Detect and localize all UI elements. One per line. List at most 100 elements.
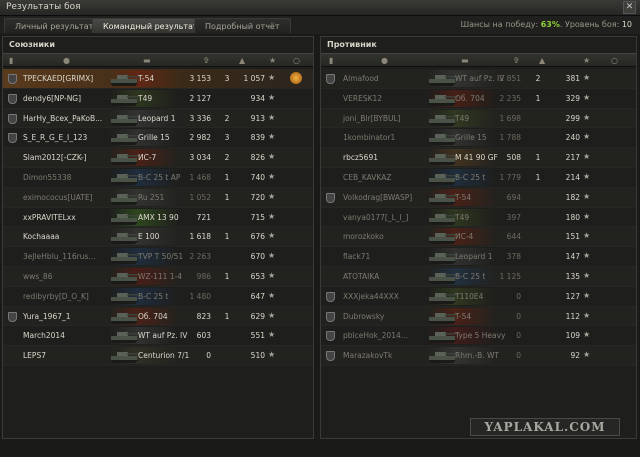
player-name[interactable]: wws_86 <box>23 272 52 281</box>
player-row[interactable]: Yura_1967_1 Об. 704 823 1 629 ★ <box>3 306 313 327</box>
player-row[interactable]: 1kombinator1 Grille 15 1 788 240 ★ <box>321 128 636 149</box>
player-name[interactable]: vanya0177[_L_I_] <box>343 213 408 222</box>
player-name[interactable]: Kochaaaa <box>23 232 59 241</box>
player-row[interactable]: HarHy_Bcex_PaKoB... Leopard 13 336 2 913 ★ <box>3 108 313 129</box>
player-name[interactable]: Volkodrag[BWASP] <box>343 193 412 202</box>
medal-col-icon[interactable]: ○ <box>293 56 300 65</box>
xp-value: 92 <box>570 351 580 361</box>
player-name[interactable]: Slam2012[-CZK-] <box>23 153 87 162</box>
damage-col-icon[interactable]: ✞ <box>203 56 210 65</box>
player-name[interactable]: S_E_R_G_E_I_123 <box>23 133 87 142</box>
player-row[interactable]: joni_Blr[BYBUL] T49 1 698 299 ★ <box>321 108 636 129</box>
player-row[interactable]: vanya0177[_L_I_] T49 397 180 ★ <box>321 208 636 228</box>
player-name[interactable]: morozkoko <box>343 232 384 241</box>
damage-value: 0 <box>516 311 521 321</box>
player-row[interactable]: March2014 WT auf Pz. IV 603 551 ★ <box>3 326 313 347</box>
xp-col-icon[interactable]: ★ <box>269 56 276 65</box>
player-name[interactable]: LEPS7 <box>23 351 46 360</box>
player-row[interactable]: dendy6[NP-NG] T49 2 127 934 ★ <box>3 89 313 109</box>
tab-detailed-report[interactable]: Подробный отчёт <box>194 18 291 33</box>
player-name[interactable]: 3eJleHblu_116rus... <box>23 252 96 261</box>
damage-value: 603 <box>196 331 211 341</box>
clan-icon <box>8 133 17 144</box>
player-row[interactable]: Almafood WT auf Pz. IV 2 851 2 381 ★ <box>321 69 636 89</box>
player-col-icon[interactable]: ● <box>381 56 388 65</box>
xp-value: 715 <box>250 212 265 222</box>
damage-col-icon[interactable]: ✞ <box>513 56 520 65</box>
player-name[interactable]: joni_Blr[BYBUL] <box>343 114 401 123</box>
kills-value: 2 <box>535 74 541 83</box>
player-name[interactable]: VERESK12 <box>343 94 382 103</box>
player-row[interactable]: LEPS7 Centurion 7/1 0 510 ★ <box>3 346 313 366</box>
tank-icon <box>110 75 140 86</box>
window-titlebar: Результаты боя ✕ <box>0 0 640 16</box>
player-name[interactable]: rbcz5691 <box>343 153 378 162</box>
player-row[interactable]: MarazakovTk Rhm.-B. WT 0 92 ★ <box>321 346 636 366</box>
player-name[interactable]: Dubrowsky <box>343 312 384 321</box>
player-name[interactable]: TPECKAED[GRIMX] <box>23 74 93 83</box>
player-row[interactable]: xxPRAVITELxx AMX 13 90 721 715 ★ <box>3 208 313 228</box>
star-icon: ★ <box>583 152 591 162</box>
medal-icon[interactable] <box>290 72 302 84</box>
star-icon: ★ <box>583 132 591 142</box>
player-row[interactable]: flack71 Leopard 1 378 147 ★ <box>321 247 636 267</box>
clan-col-icon[interactable]: ▮ <box>329 56 333 65</box>
star-icon: ★ <box>268 211 276 221</box>
star-icon: ★ <box>583 211 591 221</box>
player-row[interactable]: XXXjeka44XXX T110E4 0 127 ★ <box>321 287 636 307</box>
player-row[interactable]: redibyrby[D_O_K] B-C 25 t 1 480 647 ★ <box>3 287 313 307</box>
player-row[interactable]: ATOTAIKA B-C 25 t1 125 135 ★ <box>321 266 636 287</box>
tank-name: ИС-4 <box>455 232 474 242</box>
player-name[interactable]: XXXjeka44XXX <box>343 292 399 301</box>
player-name[interactable]: Dimon55338 <box>23 173 71 182</box>
player-row[interactable]: 3eJleHblu_116rus... TVP T 50/51 2 263 670 ★ <box>3 247 313 267</box>
player-name[interactable]: CEB_KAVKAZ <box>343 173 392 182</box>
xp-value: 135 <box>565 271 580 281</box>
close-icon[interactable]: ✕ <box>623 1 636 14</box>
player-name[interactable]: eximococus[UATE] <box>23 193 93 202</box>
player-name[interactable]: 1kombinator1 <box>343 133 395 142</box>
player-row[interactable]: TPECKAED[GRIMX] T-54 3 153 3 1 057 ★ <box>3 69 313 89</box>
player-row[interactable]: wws_86 WZ-111 1-4 986 1 653 ★ <box>3 266 313 287</box>
player-row[interactable]: Kochaaaa E 100 1 618 1 676 ★ <box>3 227 313 248</box>
tab-personal-result[interactable]: Личный результат <box>4 18 105 33</box>
xp-col-icon[interactable]: ★ <box>583 56 590 65</box>
kills-col-icon[interactable]: ▲ <box>239 56 245 65</box>
player-name[interactable]: xxPRAVITELxx <box>23 213 76 222</box>
kills-value: 1 <box>535 93 541 103</box>
player-row[interactable]: CEB_KAVKAZ B-C 25 t1 779 1 214 ★ <box>321 168 636 188</box>
medal-col-icon[interactable]: ○ <box>611 56 618 65</box>
tank-icon <box>110 352 140 364</box>
player-name[interactable]: redibyrby[D_O_K] <box>23 292 89 301</box>
player-name[interactable]: Almafood <box>343 74 379 83</box>
tank-icon <box>110 233 140 245</box>
player-name[interactable]: flack71 <box>343 252 370 261</box>
player-name[interactable]: Yura_1967_1 <box>23 312 71 321</box>
player-name[interactable]: ATOTAIKA <box>343 272 379 281</box>
player-row[interactable]: Slam2012[-CZK-] ИС-7 3 034 2 826 ★ <box>3 148 313 168</box>
player-row[interactable]: VERESK12 Об. 704 2 235 1 329 ★ <box>321 89 636 109</box>
player-col-icon[interactable]: ● <box>63 56 70 65</box>
damage-value: 1 468 <box>189 172 211 182</box>
player-row[interactable]: morozkoko ИС-4 644 151 ★ <box>321 227 636 248</box>
kills-col-icon[interactable]: ▲ <box>539 56 545 65</box>
player-name[interactable]: March2014 <box>23 331 65 340</box>
tank-col-icon[interactable]: ▬ <box>461 56 469 65</box>
star-icon: ★ <box>583 231 591 241</box>
player-row[interactable]: S_E_R_G_E_I_123 Grille 15 2 982 3 839 ★ <box>3 128 313 149</box>
player-row[interactable]: rbcz5691 M 41 90 GF 508 1 217 ★ <box>321 148 636 168</box>
player-name[interactable]: dendy6[NP-NG] <box>23 94 81 103</box>
player-row[interactable]: pblceHok_2014... Type 5 Heavy 0 109 ★ <box>321 326 636 347</box>
tab-team-result[interactable]: Командный результат <box>92 18 209 33</box>
player-name[interactable]: pblceHok_2014... <box>343 331 408 340</box>
tank-col-icon[interactable]: ▬ <box>143 56 151 65</box>
star-icon: ★ <box>268 112 276 122</box>
player-row[interactable]: Dubrowsky T-54 0 112 ★ <box>321 306 636 327</box>
player-row[interactable]: eximococus[UATE] Ru 251 1 052 1 720 ★ <box>3 187 313 208</box>
player-name[interactable]: HarHy_Bcex_PaKoB... <box>23 114 102 123</box>
tank-icon <box>110 312 140 324</box>
player-row[interactable]: Volkodrag[BWASP] T-54 694 182 ★ <box>321 187 636 208</box>
player-row[interactable]: Dimon55338 B-C 25 t AP 1 468 1 740 ★ <box>3 168 313 188</box>
clan-col-icon[interactable]: ▮ <box>9 56 13 65</box>
player-name[interactable]: MarazakovTk <box>343 351 392 360</box>
